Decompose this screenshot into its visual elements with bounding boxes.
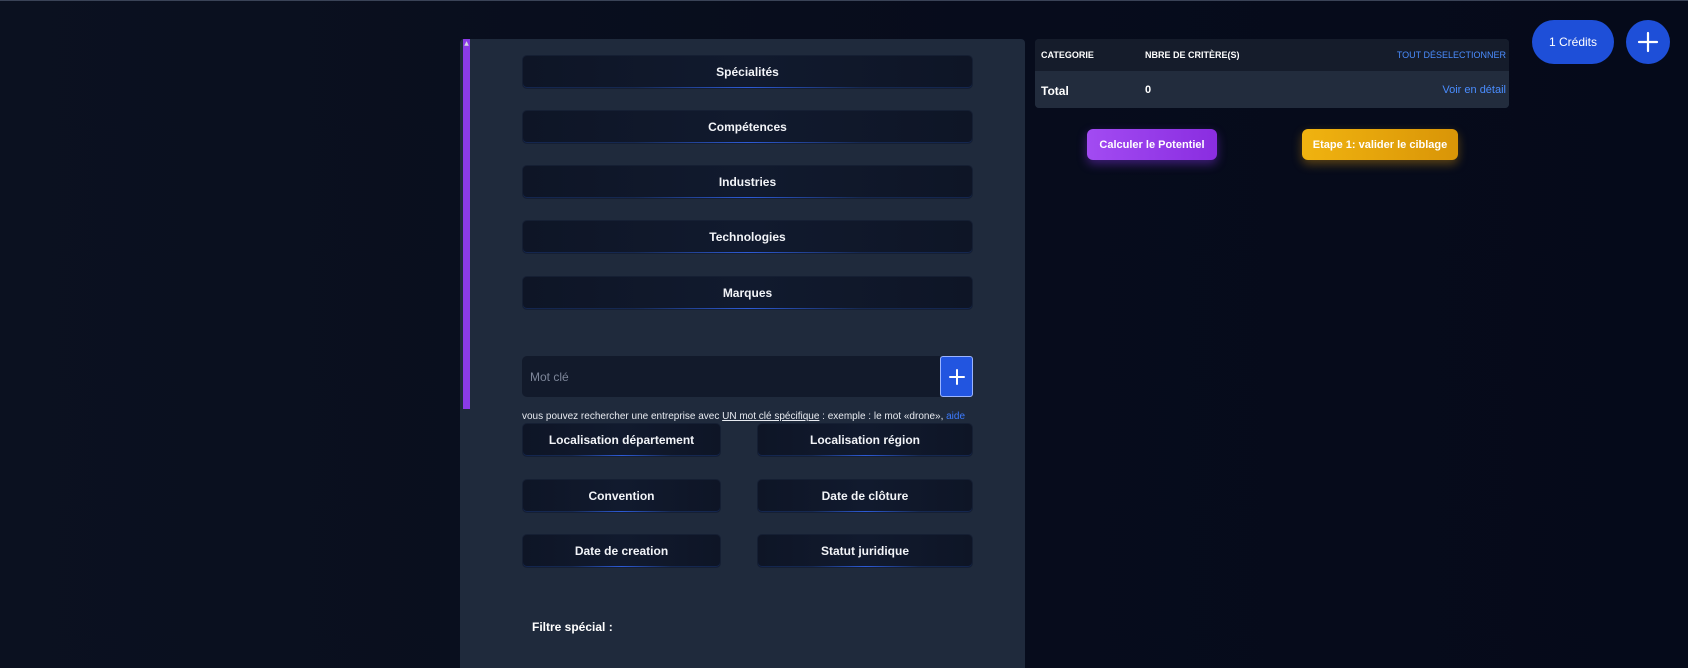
keyword-search [522,356,973,397]
add-button[interactable] [1626,20,1670,64]
keyword-add-button[interactable] [940,356,973,397]
filter-panel: ▲ Spécialités Compétences Industries Tec… [460,39,1025,668]
credits-button[interactable]: 1 Crédits [1532,20,1614,64]
filter-marques-button[interactable]: Marques [522,276,973,310]
filter-date-cloture-button[interactable]: Date de clôture [757,479,973,513]
panel-scrollbar[interactable] [463,39,470,409]
hint-emphasis: UN mot clé spécifique [722,411,820,422]
col-count-header: NBRE DE CRITÈRE(S) [1145,50,1240,60]
calculate-potential-button[interactable]: Calculer le Potentiel [1087,129,1217,160]
criteria-summary-table: CATEGORIE NBRE DE CRITÈRE(S) TOUT DÉSELE… [1035,39,1509,108]
filter-technologies-button[interactable]: Technologies [522,220,973,254]
filter-statut-juridique-button[interactable]: Statut juridique [757,534,973,568]
view-detail-link[interactable]: Voir en détail [1442,84,1506,96]
hint-text: vous pouvez rechercher une entreprise av… [522,411,723,422]
validate-targeting-button[interactable]: Etape 1: valider le ciblage [1302,129,1458,160]
filter-convention-button[interactable]: Convention [522,479,721,513]
filter-localisation-region-button[interactable]: Localisation région [757,423,973,457]
plus-icon [1637,31,1659,53]
keyword-input[interactable] [522,356,940,397]
top-border [0,0,1688,1]
summary-total-row: Total 0 Voir en détail [1035,71,1509,108]
col-category-header: CATEGORIE [1041,50,1094,60]
scroll-up-arrow-icon[interactable]: ▲ [463,41,470,47]
deselect-all-link[interactable]: TOUT DÉSELECTIONNER [1397,50,1506,60]
summary-header-row: CATEGORIE NBRE DE CRITÈRE(S) TOUT DÉSELE… [1035,39,1509,71]
plus-icon [948,368,965,385]
filter-industries-button[interactable]: Industries [522,165,973,199]
filter-date-creation-button[interactable]: Date de creation [522,534,721,568]
total-label: Total [1041,84,1069,98]
filter-localisation-departement-button[interactable]: Localisation département [522,423,721,457]
hint-example: : exemple : le mot «drone», [819,411,947,422]
filter-specialites-button[interactable]: Spécialités [522,55,973,89]
total-value: 0 [1145,84,1152,96]
special-filter-title: Filtre spécial : [532,620,613,634]
filter-competences-button[interactable]: Compétences [522,110,973,144]
